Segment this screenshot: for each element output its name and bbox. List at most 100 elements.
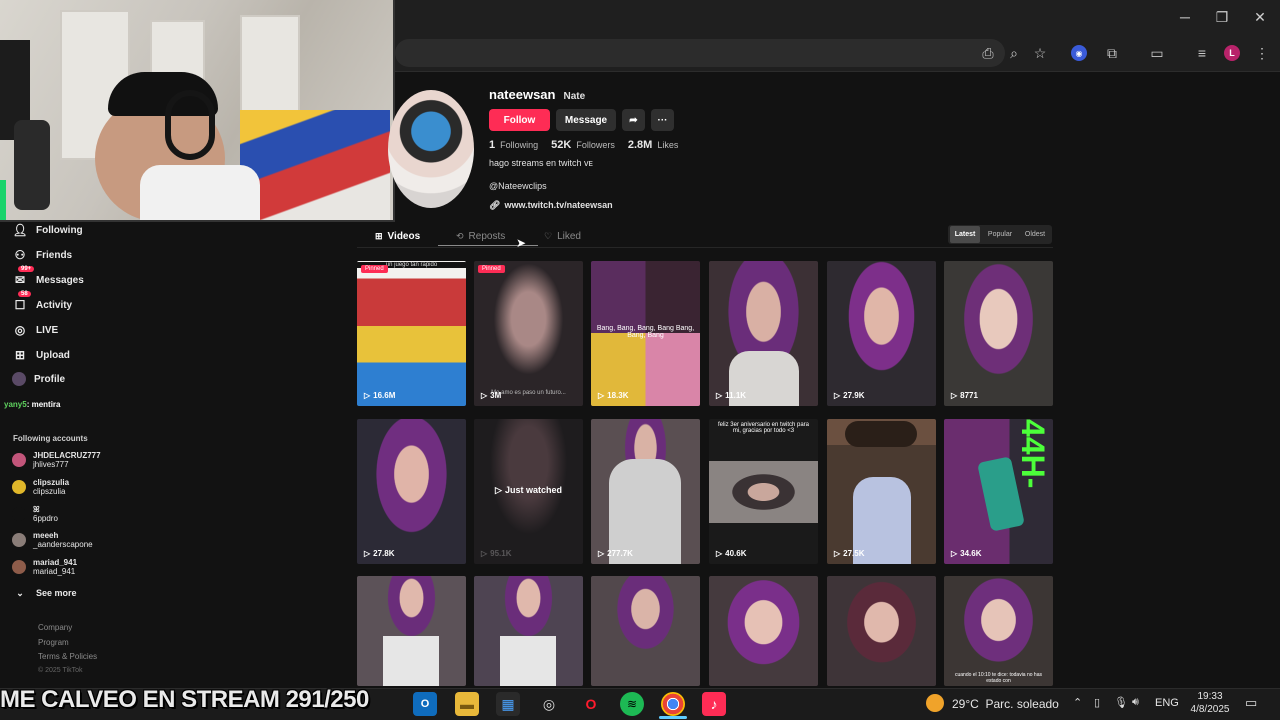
footer-program[interactable]: Program	[38, 638, 69, 647]
profile-avatar-large[interactable]	[388, 90, 474, 208]
view-count: ▷ 27.9K	[834, 391, 865, 400]
clock[interactable]: 19:33 4/8/2025	[1187, 690, 1233, 716]
video-card[interactable]: ▷ 277.7K	[591, 419, 700, 564]
tab-reposts[interactable]: ⟲ Reposts	[456, 228, 505, 244]
see-more-button[interactable]: ⌄ See more	[12, 582, 77, 604]
sort-latest[interactable]: Latest	[950, 226, 980, 243]
video-card[interactable]	[357, 576, 466, 686]
weather-icon[interactable]	[926, 694, 944, 712]
video-card[interactable]: ▷ 27.9K	[827, 261, 936, 406]
video-card[interactable]	[474, 576, 583, 686]
nav-friends[interactable]: ⚇ Friends	[12, 244, 73, 266]
account-handle: 6ppdro	[33, 514, 58, 523]
stream-chat-line: yany5: mentira	[4, 400, 60, 409]
account-name: meeeh	[33, 531, 59, 540]
video-card[interactable]	[709, 576, 818, 686]
account-item[interactable]: ꕤ 6ppdro	[12, 502, 58, 526]
extension-icon[interactable]: ◉	[1071, 45, 1087, 61]
puzzle-icon[interactable]: ⧉	[1101, 42, 1123, 64]
video-card[interactable]: Pinned Me amo es paso un futuro... ▷ 3M	[474, 261, 583, 406]
media-icon[interactable]: ≡	[1191, 42, 1213, 64]
account-handle: jhlives777	[33, 460, 69, 469]
video-card[interactable]: ▷ 27.5K	[827, 419, 936, 564]
sort-popular[interactable]: Popular	[983, 226, 1017, 243]
star-icon[interactable]: ☆	[1029, 42, 1051, 64]
close-button[interactable]: ✕	[1245, 6, 1275, 28]
share-button[interactable]: ➦	[622, 109, 645, 131]
play-icon: ▷	[495, 485, 502, 495]
view-count-text: 11.1K	[725, 391, 747, 400]
follow-button[interactable]: Follow	[489, 109, 550, 131]
outlook-icon[interactable]: O	[413, 692, 437, 716]
profile-link[interactable]: 🔗︎ www.twitch.tv/nateewsan	[489, 200, 613, 211]
footer-copyright: © 2025 TikTok	[38, 667, 83, 674]
video-card[interactable]: Bang, Bang, Bang, Bang Bang, Bang, Bang …	[591, 261, 700, 406]
tab-label: Liked	[557, 230, 581, 242]
activity-badge: 58	[18, 291, 31, 297]
account-item[interactable]: meeeh _aanderscapone	[12, 528, 93, 552]
chrome-icon[interactable]	[661, 692, 685, 716]
nav-label: Activity	[36, 299, 73, 311]
account-handle: mariad_941	[33, 567, 76, 576]
view-count: ▷ 27.5K	[834, 549, 865, 558]
video-card[interactable]	[827, 576, 936, 686]
account-item[interactable]: mariad_941 mariad_941	[12, 555, 77, 579]
sort-oldest[interactable]: Oldest	[1019, 226, 1051, 243]
nav-messages[interactable]: ✉ 99+ Messages	[12, 266, 84, 291]
nav-upload[interactable]: ⊞ Upload	[12, 344, 70, 366]
store-icon[interactable]: ▦	[496, 692, 520, 716]
explorer-icon[interactable]: ▬	[455, 692, 479, 716]
video-card[interactable]: ▷ 27.8K	[357, 419, 466, 564]
see-more-label: See more	[36, 588, 77, 598]
play-icon: ▷	[364, 549, 371, 558]
notifications-icon[interactable]: ▭	[1245, 695, 1257, 711]
video-caption: 44H-	[1015, 419, 1051, 489]
account-item[interactable]: JHDELACRUZ777 jhlives777	[12, 448, 101, 472]
opera-icon[interactable]: O	[579, 692, 603, 716]
tray-chevron-icon[interactable]: ⌃	[1073, 696, 1082, 709]
video-card[interactable]: un juego tan rapido Pinned ▷ 16.6M	[357, 261, 466, 406]
message-button[interactable]: Message	[556, 109, 616, 131]
nav-activity[interactable]: ☐ 58 Activity	[12, 291, 73, 316]
video-card[interactable]: ▷ 8771	[944, 261, 1053, 406]
maximize-button[interactable]: ❐	[1207, 6, 1237, 28]
menu-icon[interactable]: ⋮	[1251, 42, 1273, 64]
more-button[interactable]: ···	[651, 109, 674, 131]
tiktok-icon[interactable]: ♪	[702, 692, 726, 716]
footer-terms[interactable]: Terms & Policies	[38, 652, 97, 661]
footer-company[interactable]: Company	[38, 623, 72, 632]
video-card[interactable]	[591, 576, 700, 686]
nav-following[interactable]: 👤︎ Following	[12, 219, 82, 241]
video-card[interactable]: ▷ Just watched ▷ 95.1K	[474, 419, 583, 564]
shirt-shape	[500, 636, 556, 686]
obs-icon[interactable]: ◎	[537, 692, 561, 716]
spotify-icon[interactable]: ≋	[620, 692, 644, 716]
microphone-icon[interactable]: 🎙︎	[1114, 696, 1128, 709]
tab-liked[interactable]: ♡ Liked	[544, 228, 581, 244]
video-caption: Bang, Bang, Bang, Bang Bang, Bang, Bang	[596, 325, 695, 339]
video-card[interactable]: cuando el 10:10 te dice: todavia no has …	[944, 576, 1053, 686]
weather-text[interactable]: 29°C Parc. soleado	[952, 697, 1059, 711]
avatar	[12, 480, 26, 494]
video-card[interactable]: 44H- ▷ 34.6K	[944, 419, 1053, 564]
tray-device-icon[interactable]: ▯	[1094, 696, 1100, 709]
tab-label: Reposts	[468, 230, 506, 242]
video-card[interactable]: ▷ 11.1K	[709, 261, 818, 406]
volume-icon[interactable]: 🔊︎	[1132, 696, 1139, 709]
tab-label: Videos	[387, 230, 421, 242]
profile-avatar[interactable]: L	[1224, 45, 1240, 61]
account-item[interactable]: clipszulia clipszulia	[12, 475, 69, 499]
address-bar[interactable]	[395, 39, 1005, 67]
profile-nickname: Nate	[563, 91, 586, 102]
tab-videos[interactable]: ⊞ Videos	[375, 228, 420, 244]
cast-icon[interactable]: ▭	[1146, 42, 1168, 64]
nav-profile[interactable]: Profile	[12, 368, 65, 390]
nav-live[interactable]: ◎ LIVE	[12, 319, 58, 341]
language-indicator[interactable]: ENG	[1155, 697, 1179, 709]
just-watched-label: ▷ Just watched	[474, 485, 583, 496]
zoom-icon[interactable]: ⌕	[1003, 42, 1025, 64]
minimize-button[interactable]: ─	[1170, 6, 1200, 28]
install-icon[interactable]: ⎙	[977, 42, 999, 64]
video-card[interactable]: feliz 3er aniversario en twitch para mi,…	[709, 419, 818, 564]
account-name: ꕤ	[33, 505, 40, 514]
